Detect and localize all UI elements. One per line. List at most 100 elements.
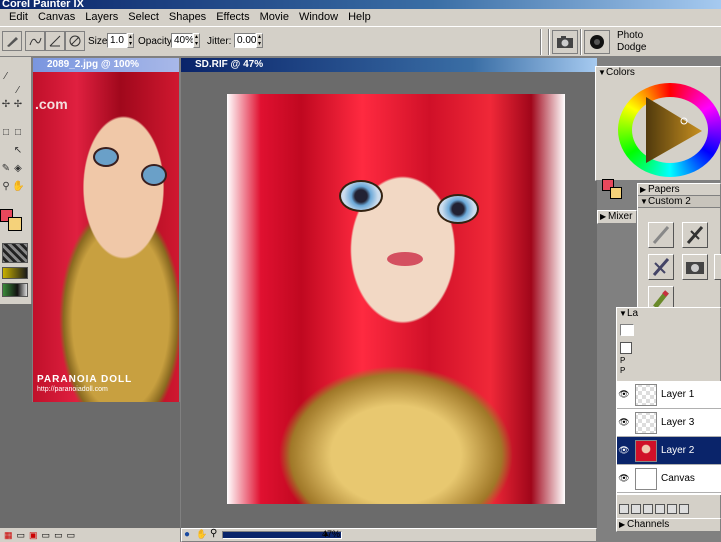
rectangle-tool-icon[interactable]: □ <box>0 127 12 139</box>
layers-panel-header[interactable]: ▼ La <box>617 308 720 320</box>
pointer-tool-icon[interactable]: ↖ <box>12 145 24 157</box>
channels-panel-header[interactable]: ▶ Channels <box>616 518 721 532</box>
camera-icon[interactable] <box>682 254 708 280</box>
brush-tool-icon[interactable]: ⁄ <box>0 71 12 83</box>
reference-right-eye <box>141 164 167 186</box>
reset-brush-icon[interactable] <box>65 31 85 51</box>
jitter-label: Jitter: <box>207 36 232 47</box>
app-icon[interactable]: ▦ <box>4 530 13 541</box>
reference-image: .com PARANOIA DOLL http://paranoiadoll.c… <box>33 72 179 402</box>
window-icon[interactable]: ▭ <box>42 530 51 541</box>
menu-shapes[interactable]: Shapes <box>164 10 211 25</box>
secondary-color-swatch[interactable] <box>8 217 22 231</box>
custom-panel-header[interactable]: ▼ Custom 2 <box>638 196 720 208</box>
hand-icon[interactable]: ✋ <box>12 181 24 193</box>
app-title-bar: Corel Painter IX <box>0 0 721 9</box>
delete-layer-icon[interactable] <box>679 504 689 514</box>
more-brush-icon[interactable] <box>714 254 721 280</box>
freehand-stroke-icon[interactable] <box>25 31 45 51</box>
globe-icon[interactable]: ● <box>184 529 190 540</box>
menu-canvas[interactable]: Canvas <box>33 10 80 25</box>
blender-brush-icon[interactable] <box>648 254 674 280</box>
app-title: Corel Painter IX <box>2 0 84 9</box>
hue-ring[interactable] <box>618 83 721 177</box>
eye-icon[interactable]: 👁 <box>617 417 631 428</box>
layer-name: Layer 2 <box>661 445 695 456</box>
property-bar: Size: 1.0 ▴ ▾ Opacity: 40% ▴ ▾ Jitter: 0.0… <box>0 26 721 57</box>
bottom-tool-strip: ▦ ▭ ▣ ▭ ▭ ▭ <box>0 528 180 542</box>
colors-secondary-swatch[interactable] <box>610 187 622 199</box>
brush-icon[interactable] <box>2 31 22 51</box>
main-window-title[interactable]: SD.RIF @ 47% <box>181 58 597 72</box>
eye-icon[interactable]: 👁 <box>617 445 631 456</box>
reference-window-title[interactable]: 2089_2.jpg @ 100% <box>33 58 179 72</box>
pick-up-label: P <box>620 366 626 375</box>
layer-name: Layer 3 <box>661 417 695 428</box>
colors-panel-header[interactable]: ▼ Colors <box>596 67 720 79</box>
size-field[interactable]: 1.0 <box>107 33 127 48</box>
pen-tool-icon[interactable]: ✎ <box>0 163 12 175</box>
pencil-brush-icon[interactable] <box>648 222 674 248</box>
menu-effects[interactable]: Effects <box>211 10 254 25</box>
crop-tool-icon[interactable]: ✢ <box>12 99 24 111</box>
pick-up-underlying-checkbox[interactable] <box>620 342 632 354</box>
paint-bucket-icon[interactable]: ◈ <box>12 163 24 175</box>
size-spinner[interactable]: ▴ ▾ <box>127 33 134 48</box>
opacity-spinner[interactable]: ▴ ▾ <box>193 33 200 48</box>
layer-row-canvas[interactable]: 👁 Canvas <box>617 465 721 493</box>
saturation-triangle[interactable] <box>640 95 704 165</box>
reference-document-window: 2089_2.jpg @ 100% .com PARANOIA DOLL htt… <box>32 57 180 402</box>
zoom-icon[interactable]: ⚲ <box>0 181 12 193</box>
composite-method-select[interactable] <box>620 324 634 336</box>
eye-icon[interactable]: 👁 <box>617 389 631 400</box>
zoom-readout[interactable]: 47% <box>322 529 340 539</box>
layer-row-layer-1[interactable]: 👁 Layer 1 <box>617 381 721 409</box>
papers-panel-header[interactable]: ▶ Papers <box>638 184 720 196</box>
pattern-selector[interactable] <box>2 243 28 263</box>
folder-icon[interactable]: ▭ <box>17 530 26 541</box>
brush-category[interactable]: Photo <box>617 30 643 41</box>
layer-mask-icon[interactable] <box>631 504 641 514</box>
layer-adjuster-icon[interactable] <box>619 504 629 514</box>
jitter-spinner[interactable]: ▴ ▾ <box>256 33 263 48</box>
divider <box>540 29 542 55</box>
main-window-title-text: SD.RIF @ 47% <box>195 59 264 70</box>
opacity-field[interactable]: 40% <box>171 33 194 48</box>
window-icon[interactable]: ▭ <box>54 530 63 541</box>
eraser-brush-icon[interactable] <box>682 222 708 248</box>
transform-tool-icon[interactable]: ✢ <box>0 99 12 111</box>
camera-icon[interactable] <box>552 30 578 54</box>
canvas-left-eye <box>339 180 383 212</box>
menu-edit[interactable]: Edit <box>4 10 33 25</box>
layers-panel-title: La <box>627 308 639 319</box>
dropper-tool-icon[interactable]: ⁄ <box>12 85 24 97</box>
hand-icon[interactable]: ✋ <box>196 529 207 540</box>
eye-icon[interactable]: 👁 <box>617 473 631 484</box>
dynamic-plugin-icon[interactable] <box>643 504 653 514</box>
menu-movie[interactable]: Movie <box>255 10 294 25</box>
zoom-icon[interactable]: ⚲ <box>210 528 217 539</box>
layer-commands-bar <box>619 504 719 516</box>
rect-select-tool-icon[interactable]: □ <box>12 127 24 139</box>
nozzle-selector[interactable] <box>2 283 28 297</box>
menu-layers[interactable]: Layers <box>80 10 123 25</box>
brush-variant[interactable]: Dodge <box>617 42 646 53</box>
layer-row-layer-2[interactable]: 👁 Layer 2 <box>617 437 721 465</box>
image-icon[interactable]: ▣ <box>29 530 38 541</box>
reference-window-title-text: 2089_2.jpg @ 100% <box>47 59 140 70</box>
menu-window[interactable]: Window <box>294 10 343 25</box>
straight-line-icon[interactable] <box>45 31 65 51</box>
menu-help[interactable]: Help <box>343 10 376 25</box>
reference-left-eye <box>93 147 119 167</box>
new-layer-icon[interactable] <box>655 504 665 514</box>
jitter-field[interactable]: 0.00 <box>234 33 256 48</box>
layer-row-layer-3[interactable]: 👁 Layer 3 <box>617 409 721 437</box>
divider <box>548 29 550 55</box>
group-layers-icon[interactable] <box>667 504 677 514</box>
brush-dab-icon[interactable] <box>584 30 610 54</box>
menu-select[interactable]: Select <box>123 10 164 25</box>
window-icon[interactable]: ▭ <box>67 530 76 541</box>
mixer-panel-header[interactable]: ▶ Mixer <box>597 210 637 224</box>
painting-canvas[interactable] <box>227 94 565 504</box>
gradient-selector[interactable] <box>2 267 28 279</box>
